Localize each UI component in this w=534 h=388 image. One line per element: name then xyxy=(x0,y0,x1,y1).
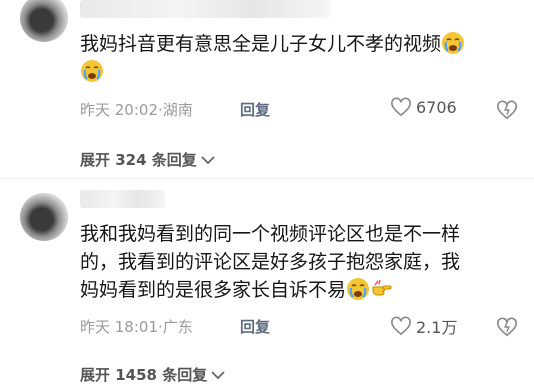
crying-face-emoji xyxy=(347,278,370,300)
username-blurred xyxy=(80,190,165,208)
chevron-down-icon xyxy=(201,155,215,164)
comment-2-like-count: 2.1万 xyxy=(416,318,458,337)
heart-outline-icon xyxy=(391,97,411,117)
heart-outline-icon xyxy=(391,316,411,336)
avatar[interactable] xyxy=(20,0,68,42)
comment-1-time: 昨天 20:02 xyxy=(80,101,158,119)
comment-1-dislike-icon[interactable] xyxy=(496,99,518,121)
pointing-hand-emoji xyxy=(372,279,392,296)
comment-1-line-2 xyxy=(80,58,520,86)
comment-1-reply-button[interactable]: 回复 xyxy=(240,99,270,120)
crying-face-emoji xyxy=(442,32,465,54)
comment-1-location: 湖南 xyxy=(162,101,193,119)
comment-2-text: 我和我妈看到的同一个视频评论区也是不一样 的，我看到的评论区是好多孩子抱怨家庭，… xyxy=(80,220,530,304)
comment-1-meta: 昨天 20:02·湖南 xyxy=(80,101,193,119)
avatar[interactable] xyxy=(20,193,68,241)
comment-2-dislike-icon[interactable] xyxy=(496,316,518,338)
comment-1-text: 我妈抖音更有意思全是儿子女儿不孝的视频 xyxy=(80,30,520,86)
comment-2-line-3: 妈妈看到的是很多家长自诉不易 xyxy=(80,276,530,304)
username-blurred xyxy=(80,0,330,18)
comment-2-expand-replies[interactable]: 展开 1458 条回复 xyxy=(80,364,225,385)
crying-face-emoji xyxy=(81,60,103,82)
comment-1-like-count: 6706 xyxy=(416,97,457,117)
comment-1-expand-replies[interactable]: 展开 324 条回复 xyxy=(80,149,215,170)
avatar-image xyxy=(20,0,68,42)
comment-2-line-2: 的，我看到的评论区是好多孩子抱怨家庭，我 xyxy=(80,251,461,273)
comment-1-like-button[interactable]: 6706 xyxy=(390,97,457,117)
comment-divider xyxy=(0,178,534,179)
comment-2-location: 广东 xyxy=(162,318,193,336)
chevron-down-icon xyxy=(211,370,225,379)
comment-2-meta: 昨天 18:01·广东 xyxy=(80,318,193,336)
comment-2-line-1: 我和我妈看到的同一个视频评论区也是不一样 xyxy=(80,223,461,245)
comment-1-line-1: 我妈抖音更有意思全是儿子女儿不孝的视频 xyxy=(80,30,520,58)
comment-2-like-button[interactable]: 2.1万 xyxy=(390,314,457,338)
avatar-image xyxy=(20,193,68,241)
comment-2-time: 昨天 18:01 xyxy=(80,318,158,336)
comment-2-reply-button[interactable]: 回复 xyxy=(240,316,270,337)
